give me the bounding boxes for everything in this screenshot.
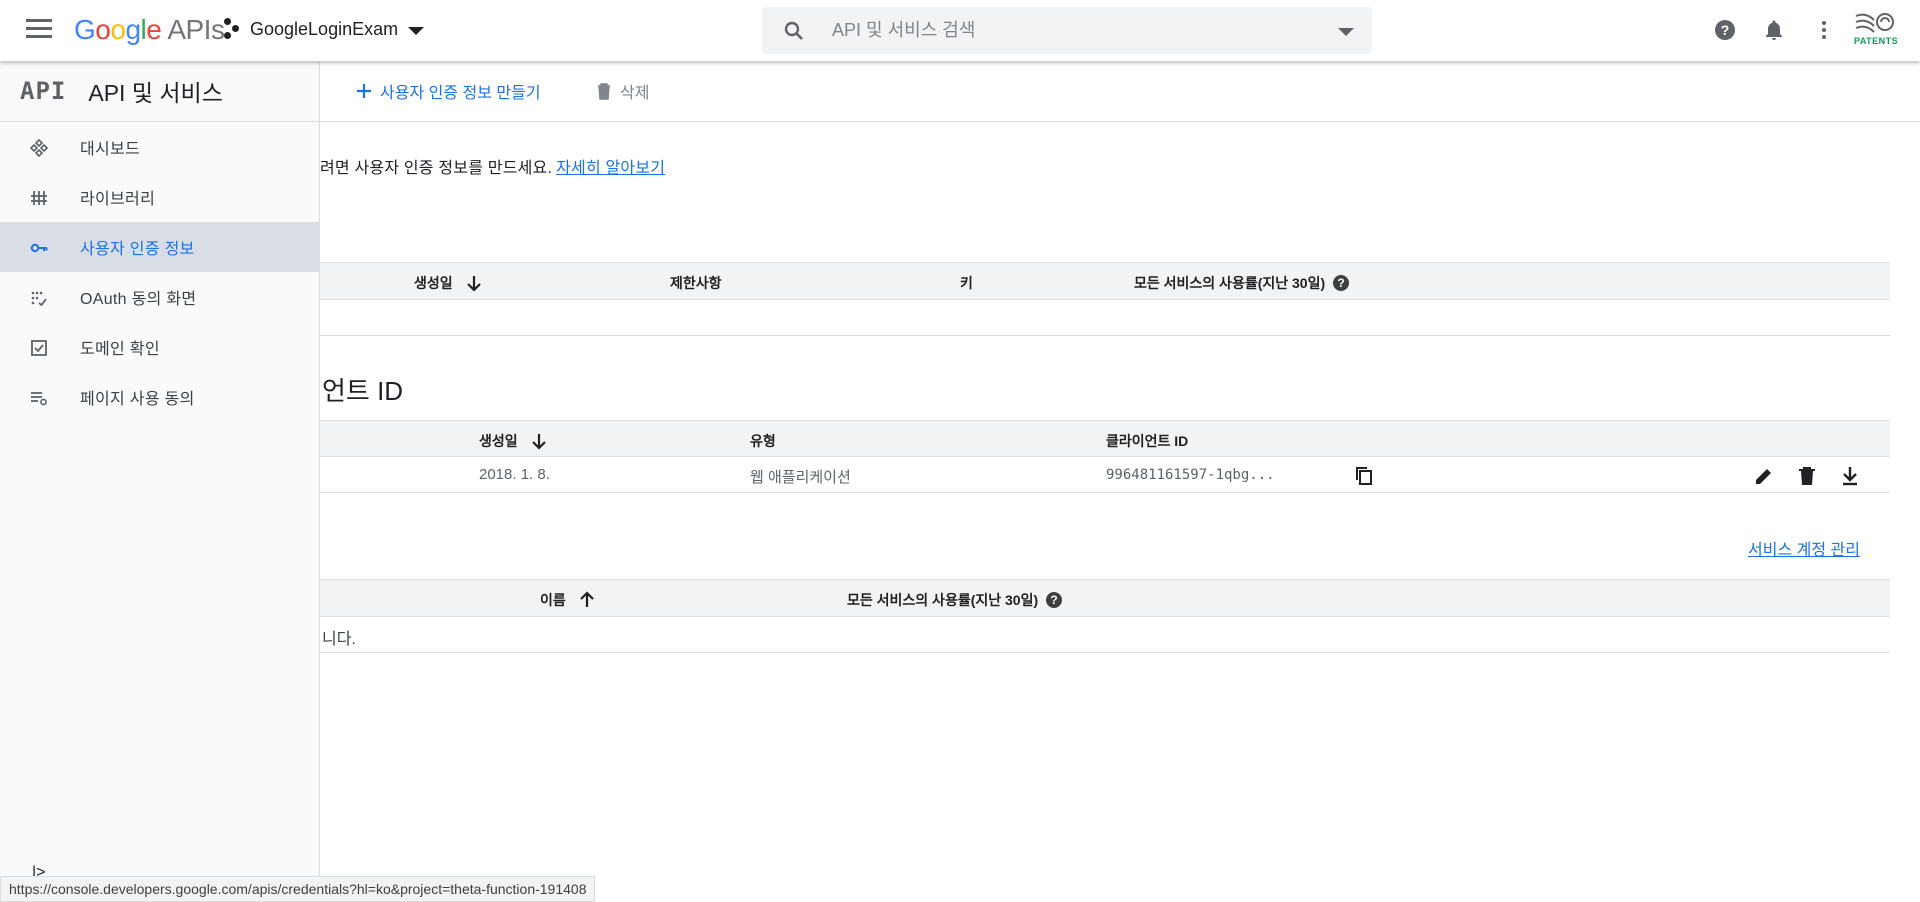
patent-logo-icon xyxy=(1855,13,1894,33)
top-bar: GoogleAPIs GoogleLoginExam ? PATENTS xyxy=(0,0,1920,61)
left-nav: API API 및 서비스 대시보드 라이브러리 사용자 인증 정보 OAuth… xyxy=(0,61,320,902)
oauth-consent-icon xyxy=(31,291,47,307)
svg-text:?: ? xyxy=(1337,276,1344,290)
col-usage: 모든 서비스의 사용률(지난 30일) ? xyxy=(1134,273,1350,293)
arrow-down-icon xyxy=(531,434,546,450)
col-name[interactable]: 이름 xyxy=(540,590,596,610)
copy-icon[interactable] xyxy=(1353,465,1375,487)
project-selector[interactable]: GoogleLoginExam xyxy=(224,18,425,40)
col-label: 이름 xyxy=(540,592,566,608)
search-input[interactable] xyxy=(832,15,1312,45)
intro-text: 려면 사용자 인증 정보를 만드세요. 자세히 알아보기 xyxy=(320,154,665,178)
create-credentials-label: 사용자 인증 정보 만들기 xyxy=(380,85,541,102)
sidebar-item-label: 라이브러리 xyxy=(80,191,156,208)
download-icon[interactable] xyxy=(1839,465,1861,487)
sidebar-item-credentials[interactable]: 사용자 인증 정보 xyxy=(0,222,319,272)
account-avatar[interactable]: PATENTS xyxy=(1852,10,1899,50)
intro-body: 려면 사용자 인증 정보를 만드세요. xyxy=(320,160,553,177)
table-row[interactable]: 2018. 1. 8. 웹 애플리케이션 996481161597-1qbg..… xyxy=(320,457,1890,493)
action-toolbar: 사용자 인증 정보 만들기 삭제 xyxy=(320,61,1920,122)
search-icon xyxy=(784,21,803,40)
project-name: GoogleLoginExam xyxy=(250,18,399,39)
sidebar-header: API API 및 서비스 xyxy=(0,61,319,122)
col-label: 생성일 xyxy=(414,275,453,291)
cell-type: 웹 애플리케이션 xyxy=(750,469,851,486)
learn-more-link[interactable]: 자세히 알아보기 xyxy=(556,160,665,177)
sidebar-item-label: 도메인 확인 xyxy=(80,341,160,358)
divider xyxy=(320,652,1890,653)
sidebar-item-dashboard[interactable]: 대시보드 xyxy=(0,122,319,172)
trash-icon[interactable] xyxy=(1796,465,1818,487)
search-bar[interactable] xyxy=(762,7,1372,54)
sidebar-item-label: 대시보드 xyxy=(80,141,141,158)
trash-icon xyxy=(598,83,610,100)
key-icon xyxy=(30,243,48,253)
manage-service-accounts-link[interactable]: 서비스 계정 관리 xyxy=(1748,536,1860,560)
col-label: 모든 서비스의 사용률(지난 30일) xyxy=(847,592,1039,608)
status-bar-url: https://console.developers.google.com/ap… xyxy=(0,876,596,902)
sidebar-item-label: 페이지 사용 동의 xyxy=(80,391,195,408)
oauth-table-header: 생성일 유형 클라이언트 ID xyxy=(320,420,1890,457)
col-type: 유형 xyxy=(750,433,776,449)
help-icon[interactable]: ? xyxy=(1332,274,1350,292)
logo-apis-text: APIs xyxy=(167,14,225,45)
help-icon[interactable]: ? xyxy=(1713,18,1737,42)
cell-client-id: 996481161597-1qbg... xyxy=(1106,467,1275,483)
logo-google-text: Google xyxy=(74,14,162,45)
checkbox-icon xyxy=(31,340,47,356)
patent-badge: PATENTS xyxy=(1854,36,1899,46)
edit-icon[interactable] xyxy=(1753,465,1775,487)
more-vert-icon[interactable] xyxy=(1812,18,1836,42)
col-client-id: 클라이언트 ID xyxy=(1106,433,1189,449)
library-icon xyxy=(31,191,47,205)
create-credentials-button[interactable]: 사용자 인증 정보 만들기 xyxy=(356,79,541,103)
col-created-date[interactable]: 생성일 xyxy=(414,273,483,293)
oauth-section-title: 언트 ID xyxy=(322,376,404,406)
col-label: 생성일 xyxy=(479,433,518,449)
arrow-up-icon xyxy=(579,591,594,607)
project-icon xyxy=(224,18,242,40)
sidebar-item-domain-verification[interactable]: 도메인 확인 xyxy=(0,322,319,372)
delete-label: 삭제 xyxy=(620,85,650,102)
sidebar-item-library[interactable]: 라이브러리 xyxy=(0,172,319,222)
svg-text:?: ? xyxy=(1050,593,1057,607)
api-logo-icon: API xyxy=(20,77,67,105)
delete-button[interactable]: 삭제 xyxy=(596,79,649,103)
google-apis-logo[interactable]: Google APIs xyxy=(74,14,225,46)
sidebar-item-oauth-consent[interactable]: OAuth 동의 화면 xyxy=(0,272,319,322)
divider xyxy=(320,335,1890,336)
search-dropdown-icon[interactable] xyxy=(1338,28,1354,36)
chevron-down-icon xyxy=(408,26,425,35)
settings-list-icon xyxy=(31,392,47,406)
svg-text:?: ? xyxy=(1721,22,1730,38)
sidebar-item-label: 사용자 인증 정보 xyxy=(80,241,195,258)
col-restrictions: 제한사항 xyxy=(670,275,722,291)
service-accounts-table-header: 이름 모든 서비스의 사용률(지난 30일) ? xyxy=(320,579,1890,617)
help-icon[interactable]: ? xyxy=(1045,591,1063,609)
col-usage: 모든 서비스의 사용률(지난 30일) ? xyxy=(847,590,1063,610)
cell-created-date: 2018. 1. 8. xyxy=(479,466,550,483)
col-label: 모든 서비스의 사용률(지난 30일) xyxy=(1134,275,1326,291)
main-menu-icon[interactable] xyxy=(26,19,52,41)
sidebar-title: API 및 서비스 xyxy=(88,80,223,106)
arrow-down-icon xyxy=(466,276,481,292)
col-created-date[interactable]: 생성일 xyxy=(479,431,548,451)
notifications-icon[interactable] xyxy=(1762,18,1786,42)
sidebar-item-label: OAuth 동의 화면 xyxy=(80,291,197,308)
empty-state-text: 니다. xyxy=(322,631,356,648)
plus-icon xyxy=(357,84,371,98)
api-keys-table-header: 생성일 제한사항 키 모든 서비스의 사용률(지난 30일) ? xyxy=(320,262,1890,300)
dashboard-icon xyxy=(30,139,48,157)
col-key: 키 xyxy=(960,275,973,291)
sidebar-item-page-usage-agreement[interactable]: 페이지 사용 동의 xyxy=(0,372,319,422)
